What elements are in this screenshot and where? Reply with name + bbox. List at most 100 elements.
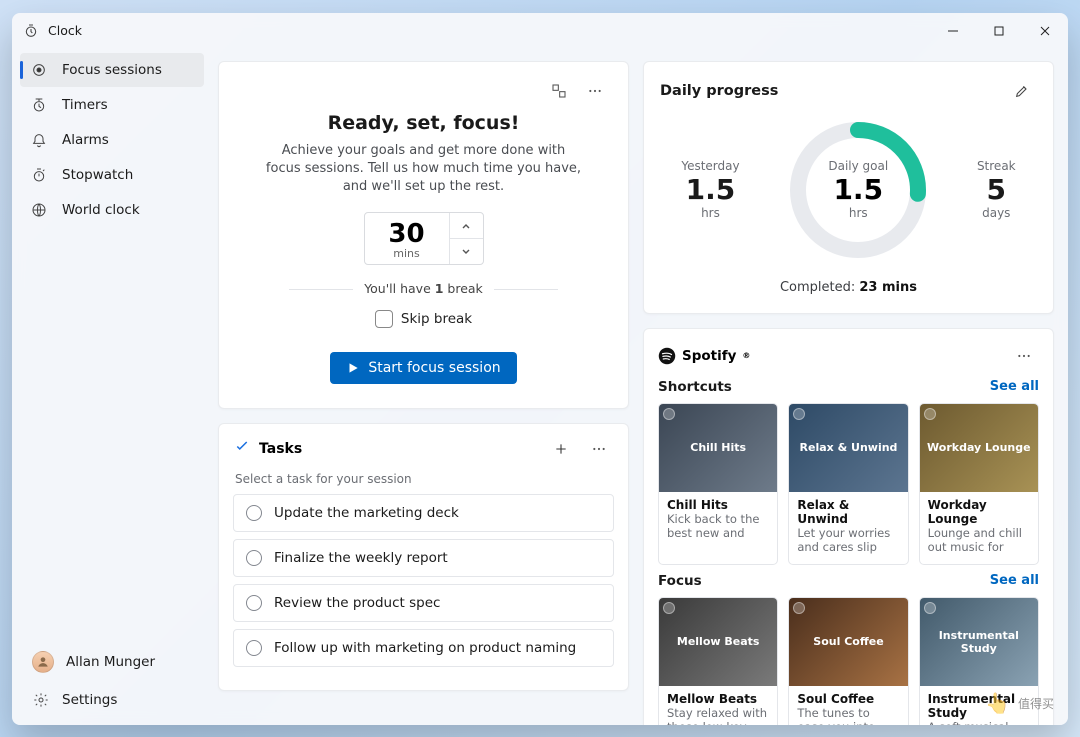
task-item[interactable]: Update the marketing deck [233, 494, 614, 532]
spotify-more-icon[interactable] [1009, 341, 1039, 371]
start-focus-button[interactable]: Start focus session [330, 352, 516, 384]
clock-app-window: Clock Focus sessions Timers Alarms Stopwatc… [12, 13, 1068, 725]
settings-label: Settings [62, 692, 117, 708]
watermark: 👆值得买 [985, 691, 1054, 715]
window-controls [930, 13, 1068, 49]
gear-icon [32, 691, 50, 709]
cover-label: Mellow Beats [677, 635, 760, 648]
duration-unit: mins [393, 247, 419, 260]
see-all-link[interactable]: See all [990, 573, 1039, 588]
playlist-desc: Lounge and chill out music for your wor… [928, 526, 1030, 556]
task-item[interactable]: Finalize the weekly report [233, 539, 614, 577]
alarms-icon [30, 131, 48, 149]
progress-ring: Daily goal 1.5 hrs [782, 114, 934, 266]
spotify-badge-icon [663, 602, 675, 614]
daily-progress-card: Daily progress Yesterday 1.5 hrs [643, 61, 1054, 314]
task-label: Follow up with marketing on product nami… [274, 640, 576, 656]
spotify-section-title: Focus [658, 573, 702, 589]
task-radio[interactable] [246, 640, 262, 656]
focus-session-card: Ready, set, focus! Achieve your goals an… [218, 61, 629, 410]
cover-label: Chill Hits [690, 441, 746, 454]
playlist-desc: Let your worries and cares slip away. [797, 526, 899, 556]
progress-title: Daily progress [660, 83, 778, 99]
sidebar-item-label: Stopwatch [62, 167, 133, 183]
tasks-check-icon [233, 438, 251, 460]
spotify-badge-icon [924, 602, 936, 614]
spotify-logo: Spotify® [658, 347, 750, 365]
sidebar: Focus sessions Timers Alarms Stopwatch World… [12, 49, 212, 725]
edit-goal-button[interactable] [1007, 76, 1037, 106]
spotify-badge-icon [793, 602, 805, 614]
duration-down[interactable] [450, 238, 483, 264]
sidebar-item-timers[interactable]: Timers [20, 88, 204, 122]
more-icon[interactable] [580, 76, 610, 106]
playlist-desc: The tunes to ease you into your day. [797, 706, 899, 725]
world-icon [30, 201, 48, 219]
spotify-section-title: Shortcuts [658, 379, 732, 395]
task-radio[interactable] [246, 550, 262, 566]
cover-label: Workday Lounge [927, 441, 1031, 454]
spotify-card: Spotify® Shortcuts See all Chill Hits Chill… [643, 328, 1054, 725]
expand-icon[interactable] [544, 76, 574, 106]
task-label: Update the marketing deck [274, 505, 459, 521]
playlist-card[interactable]: Relax & UnwindRelax & UnwindLet your wor… [788, 403, 908, 565]
see-all-link[interactable]: See all [990, 379, 1039, 394]
timers-icon [30, 96, 48, 114]
playlist-card[interactable]: Chill HitsChill HitsKick back to the bes… [658, 403, 778, 565]
cover-label: Instrumental Study [924, 629, 1034, 655]
playlist-name: Workday Lounge [928, 498, 1030, 526]
task-label: Finalize the weekly report [274, 550, 448, 566]
playlist-card[interactable]: Soul CoffeeSoul CoffeeThe tunes to ease … [788, 597, 908, 725]
metric-yesterday: Yesterday 1.5 hrs [681, 159, 739, 220]
playlist-card[interactable]: Mellow BeatsMellow BeatsStay relaxed wit… [658, 597, 778, 725]
sidebar-item-label: Timers [62, 97, 108, 113]
tasks-more-icon[interactable] [584, 434, 614, 464]
cover-label: Relax & Unwind [800, 441, 898, 454]
account-row[interactable]: Allan Munger [20, 643, 204, 681]
task-label: Review the product spec [274, 595, 440, 611]
playlist-desc: Kick back to the best new and rece… [667, 512, 769, 542]
task-item[interactable]: Review the product spec [233, 584, 614, 622]
sidebar-item-focus[interactable]: Focus sessions [20, 53, 204, 87]
playlist-desc: Stay relaxed with these low-key beat… [667, 706, 769, 725]
skip-break-checkbox[interactable] [375, 310, 393, 328]
sidebar-item-world[interactable]: World clock [20, 193, 204, 227]
sidebar-item-stopwatch[interactable]: Stopwatch [20, 158, 204, 192]
task-radio[interactable] [246, 595, 262, 611]
tasks-card: Tasks Select a task for your session Upd… [218, 423, 629, 691]
spotify-badge-icon [924, 408, 936, 420]
completed-text: Completed: 23 mins [660, 280, 1037, 295]
maximize-button[interactable] [976, 13, 1022, 49]
user-name: Allan Munger [66, 654, 155, 670]
duration-stepper[interactable]: 30 mins [364, 212, 484, 265]
sidebar-item-label: World clock [62, 202, 140, 218]
tasks-hint: Select a task for your session [235, 472, 612, 486]
app-title: Clock [48, 23, 82, 38]
focus-icon [30, 61, 48, 79]
clock-icon [22, 22, 40, 40]
playlist-card[interactable]: Workday LoungeWorkday LoungeLounge and c… [919, 403, 1039, 565]
skip-break-label: Skip break [401, 311, 472, 327]
close-button[interactable] [1022, 13, 1068, 49]
playlist-name: Relax & Unwind [797, 498, 899, 526]
sidebar-item-alarms[interactable]: Alarms [20, 123, 204, 157]
task-item[interactable]: Follow up with marketing on product nami… [233, 629, 614, 667]
break-info: You'll have 1 break [237, 281, 610, 296]
sidebar-item-label: Focus sessions [62, 62, 162, 78]
titlebar[interactable]: Clock [12, 13, 1068, 49]
task-radio[interactable] [246, 505, 262, 521]
metric-streak: Streak 5 days [977, 159, 1016, 220]
playlist-name: Chill Hits [667, 498, 769, 512]
spotify-badge-icon [793, 408, 805, 420]
duration-up[interactable] [450, 213, 483, 238]
tasks-title: Tasks [259, 441, 302, 457]
sidebar-item-label: Alarms [62, 132, 109, 148]
add-task-button[interactable] [546, 434, 576, 464]
focus-subtitle: Achieve your goals and get more done wit… [264, 142, 584, 197]
settings-row[interactable]: Settings [20, 681, 204, 719]
content-area: Ready, set, focus! Achieve your goals an… [212, 49, 1068, 725]
playlist-name: Mellow Beats [667, 692, 769, 706]
playlist-desc: A soft musical backdrop for your … [928, 720, 1030, 725]
playlist-name: Soul Coffee [797, 692, 899, 706]
minimize-button[interactable] [930, 13, 976, 49]
